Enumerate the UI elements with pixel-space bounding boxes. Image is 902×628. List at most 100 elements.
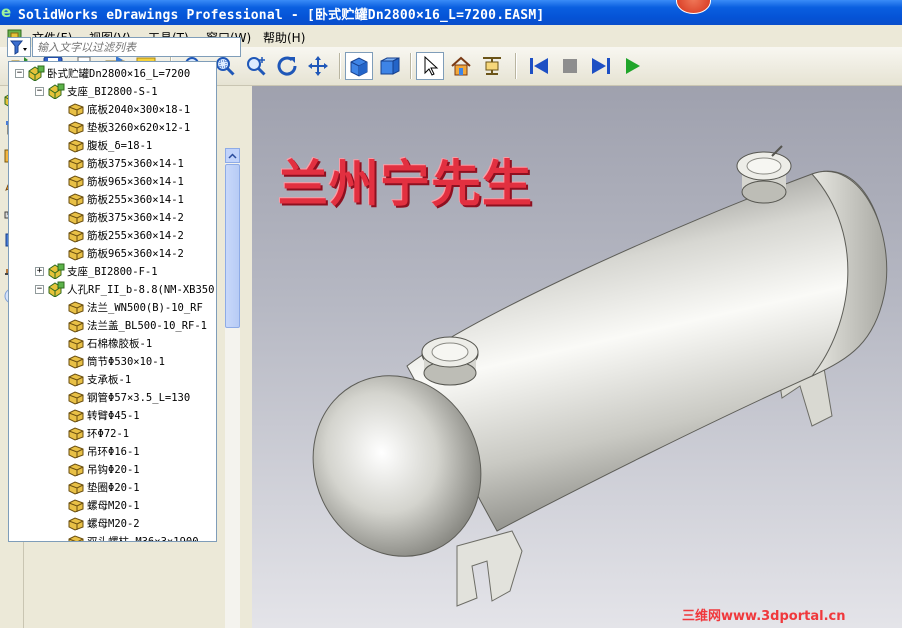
part-icon [68, 445, 84, 459]
part-icon [68, 229, 84, 243]
collapse-icon[interactable]: − [15, 68, 24, 78]
toolbar-separator [515, 53, 517, 79]
tree-row-label: 筒节Φ530×10-1 [87, 355, 165, 368]
part-icon [68, 391, 84, 405]
manway-left [421, 336, 479, 386]
tree-row-label: 筋板255×360×14-1 [87, 193, 184, 206]
collapse-icon[interactable]: − [35, 86, 44, 96]
tree-row-label: 石棉橡胶板-1 [87, 337, 153, 350]
tree-row[interactable]: 法兰盖_BL500-10_RF-1 [55, 316, 207, 334]
zoom-icon[interactable] [242, 52, 270, 80]
expand-icon[interactable]: + [35, 266, 44, 276]
tree-row[interactable]: 螺母M20-2 [55, 514, 140, 532]
toolbar-separator [410, 53, 412, 79]
model-viewport[interactable]: 兰州宁先生 三维网www.3dportal.cn [252, 86, 902, 628]
next-frame-icon[interactable] [587, 52, 615, 80]
tree-row[interactable]: 筋板965×360×14-1 [55, 172, 184, 190]
tree-row[interactable]: 双头螺柱_M36×3×1900 [55, 532, 199, 542]
tree-row-label: 底板2040×300×18-1 [87, 103, 191, 116]
tree-row-label: 法兰_WN500(B)-10_RF [87, 301, 203, 314]
tree-row-label: 转臂Φ45-1 [87, 409, 140, 422]
pan-icon[interactable] [304, 52, 332, 80]
tree-row[interactable]: 石棉橡胶板-1 [55, 334, 152, 352]
tree-row-label: 腹板_δ=18-1 [87, 139, 153, 152]
part-icon [68, 517, 84, 531]
part-icon [68, 319, 84, 333]
tree-row[interactable]: 筋板255×360×14-1 [55, 190, 184, 208]
tree-row-label: 螺母M20-1 [87, 499, 140, 512]
part-icon [68, 481, 84, 495]
tree-row[interactable]: − 人孔RF_II_b-8.8(NM-XB350) [35, 280, 217, 298]
credit-text: 三维网www.3dportal.cn [682, 609, 846, 624]
watermark-text: 兰州宁先生 [278, 155, 533, 213]
tree-row[interactable]: 腹板_δ=18-1 [55, 136, 152, 154]
part-icon [68, 301, 84, 315]
tree-row-label: 支座_BI2800-F-1 [67, 265, 158, 278]
tree-row-label: 环Φ72-1 [87, 427, 130, 440]
menu-help[interactable]: 帮助(H) [263, 29, 305, 46]
tree-row[interactable]: 筋板375×360×14-2 [55, 208, 184, 226]
window-title: SolidWorks eDrawings Professional - [卧式贮… [18, 8, 545, 23]
part-icon [68, 247, 84, 261]
tree-row[interactable]: 筒节Φ530×10-1 [55, 352, 165, 370]
toolbar-separator [339, 53, 341, 79]
tree-row-label: 筋板375×360×14-2 [87, 211, 184, 224]
tree-row[interactable]: 筋板255×360×14-2 [55, 226, 184, 244]
tree-row[interactable]: 垫板3260×620×12-1 [55, 118, 190, 136]
tree-row[interactable]: 法兰_WN500(B)-10_RF [55, 298, 203, 316]
play-icon[interactable] [618, 52, 646, 80]
first-frame-icon[interactable] [525, 52, 553, 80]
tree-row-label: 支承板-1 [87, 373, 132, 386]
shaded-icon[interactable] [345, 52, 373, 80]
tree-row[interactable]: − 卧式贮罐Dn2800×16_L=7200 [15, 64, 190, 82]
tree-row-label: 筋板255×360×14-2 [87, 229, 184, 242]
filter-input[interactable] [32, 37, 241, 57]
tree-row[interactable]: 底板2040×300×18-1 [55, 100, 190, 118]
tree-row-label: 吊环Φ16-1 [87, 445, 140, 458]
tree-scrollbar[interactable] [225, 148, 240, 628]
close-button[interactable] [676, 0, 711, 14]
collapse-icon[interactable]: − [35, 284, 44, 294]
tree-row[interactable]: − 支座_BI2800-S-1 [35, 82, 158, 100]
rotate-icon[interactable] [273, 52, 301, 80]
tree-row[interactable]: 筋板375×360×14-1 [55, 154, 184, 172]
part-icon [68, 337, 84, 351]
chevron-up-icon [228, 152, 237, 159]
part-icon [68, 157, 84, 171]
title-bar: e SolidWorks eDrawings Professional - [卧… [0, 0, 902, 25]
tree-row-label: 垫板3260×620×12-1 [87, 121, 191, 134]
tree-row[interactable]: 钢管Φ57×3.5_L=130 [55, 388, 190, 406]
tree-row[interactable]: 环Φ72-1 [55, 424, 129, 442]
tree-row-label: 人孔RF_II_b-8.8(NM-XB350) [67, 283, 217, 296]
tree-row-label: 支座_BI2800-S-1 [67, 85, 158, 98]
tree-row[interactable]: 吊环Φ16-1 [55, 442, 140, 460]
part-icon [68, 463, 84, 477]
tree-row-label: 双头螺柱_M36×3×1900 [87, 535, 199, 542]
component-tree[interactable]: − 卧式贮罐Dn2800×16_L=7200− 支座_BI2800-S-1 底板204… [8, 61, 217, 542]
perspective-icon[interactable] [376, 52, 404, 80]
part-icon [68, 499, 84, 513]
assembly-icon [48, 263, 65, 279]
select-icon[interactable] [416, 52, 444, 80]
scroll-thumb[interactable] [225, 164, 240, 328]
filter-button[interactable] [7, 37, 31, 57]
stop-icon[interactable] [556, 52, 584, 80]
tree-row[interactable]: 筋板965×360×14-2 [55, 244, 184, 262]
tree-row[interactable]: 转臂Φ45-1 [55, 406, 140, 424]
edrawings-app-icon[interactable]: e [1, 3, 17, 21]
tree-row[interactable]: 螺母M20-1 [55, 496, 140, 514]
tree-row[interactable]: 吊钩Φ20-1 [55, 460, 140, 478]
tree-row[interactable]: + 支座_BI2800-F-1 [35, 262, 158, 280]
tree-row[interactable]: 垫圈Φ20-1 [55, 478, 140, 496]
part-icon [68, 355, 84, 369]
part-icon [68, 121, 84, 135]
tree-row[interactable]: 支承板-1 [55, 370, 131, 388]
part-icon [68, 211, 84, 225]
assembly-icon [48, 83, 65, 99]
assembly-icon [28, 65, 45, 81]
part-icon [68, 193, 84, 207]
tree-row-label: 法兰盖_BL500-10_RF-1 [87, 319, 208, 332]
home-icon[interactable] [447, 52, 475, 80]
section-icon[interactable] [478, 52, 506, 80]
scroll-up-button[interactable] [225, 148, 240, 163]
